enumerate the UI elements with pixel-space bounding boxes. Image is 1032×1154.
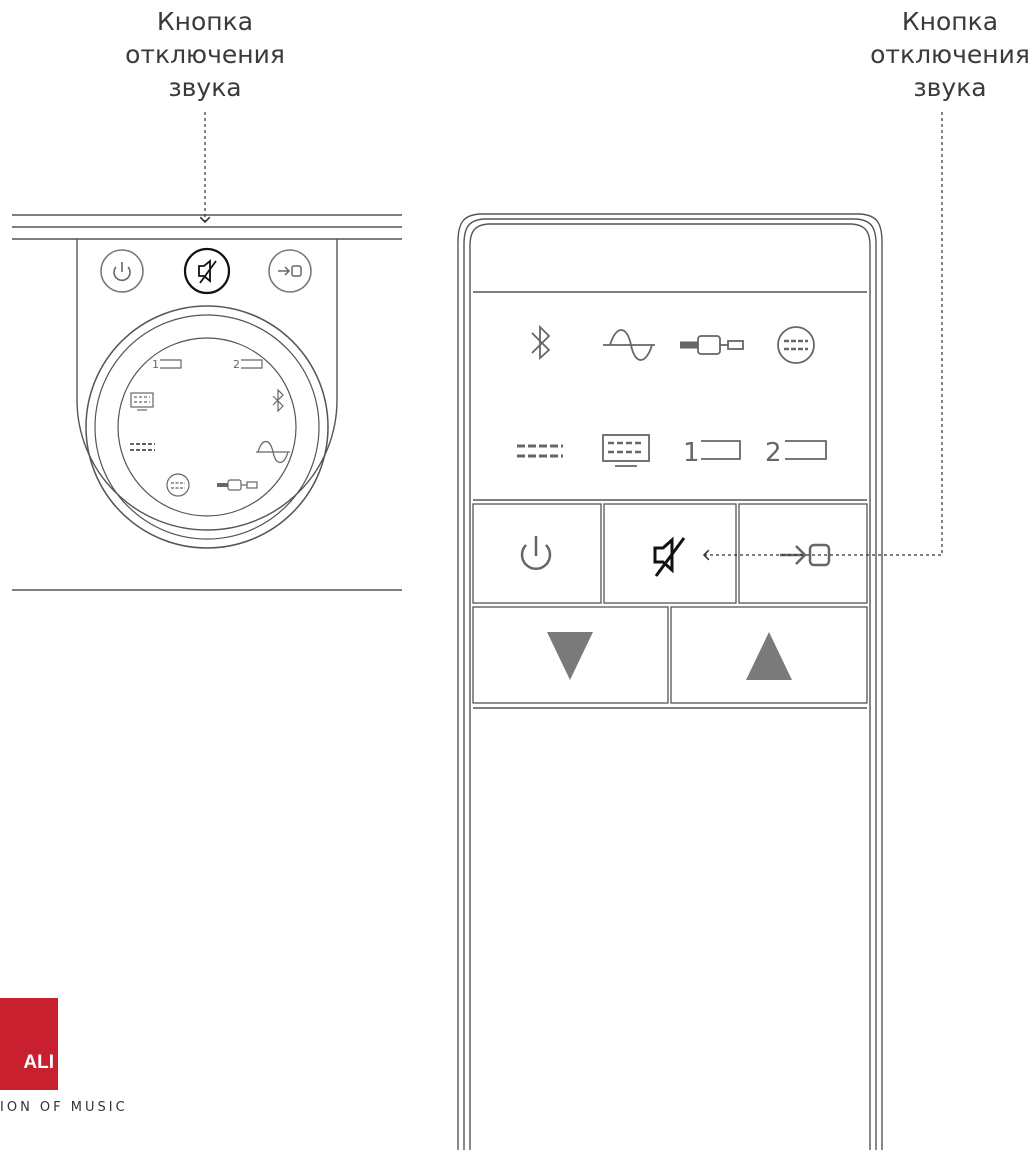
input-1-number: 1 — [683, 438, 700, 468]
input-2-number: 2 — [765, 438, 782, 468]
remote-input-2-icon[interactable]: 2 — [765, 438, 827, 468]
volume-up-button[interactable] — [670, 606, 868, 704]
panel-power-button[interactable] — [100, 249, 144, 293]
dial-hdmi-icon — [166, 473, 190, 497]
dial-bluetooth-icon — [272, 388, 284, 413]
brand-logo — [0, 998, 58, 1090]
volume-down-button[interactable] — [472, 606, 669, 704]
remote-mute-button[interactable] — [603, 503, 737, 604]
source-dial[interactable] — [85, 305, 329, 549]
brand-logo-text: ALI — [23, 1052, 54, 1073]
remote-power-button[interactable] — [472, 503, 602, 604]
power-icon — [113, 262, 131, 282]
dial-optical-icon — [130, 443, 155, 451]
volume-down-icon — [547, 632, 593, 680]
power-icon — [520, 536, 552, 571]
input-switch-icon — [780, 543, 831, 567]
remote-minijack-icon[interactable] — [680, 335, 744, 355]
dial-tv-icon — [130, 392, 154, 411]
volume-up-icon — [746, 632, 792, 680]
dial-analog-icon — [256, 440, 290, 464]
remote-tv-icon[interactable] — [602, 434, 650, 467]
remote-input-1-icon[interactable]: 1 — [683, 438, 741, 468]
leader-line-right — [702, 112, 943, 561]
dial-minijack-icon — [217, 479, 258, 491]
mute-icon — [653, 536, 686, 577]
remote-optical-icon[interactable] — [517, 444, 563, 458]
panel-mute-button[interactable] — [183, 247, 231, 295]
remote-analog-icon[interactable] — [603, 329, 655, 361]
dial-input-1-icon: 1 — [152, 358, 182, 371]
remote-body — [457, 213, 883, 1150]
remote-input-button[interactable] — [738, 503, 868, 604]
remote-hdmi-icon[interactable] — [777, 326, 815, 364]
speaker-top-panel — [12, 214, 402, 591]
remote-bluetooth-icon[interactable] — [531, 324, 551, 361]
dial-input-2-icon: 2 — [233, 358, 263, 371]
brand-tagline: ION OF MUSIC — [0, 1100, 128, 1115]
mute-icon — [198, 259, 217, 284]
svg-text:2: 2 — [233, 358, 240, 371]
panel-input-button[interactable] — [268, 249, 312, 293]
product-diagram: 1 2 1 2 — [12, 112, 943, 1150]
svg-text:1: 1 — [152, 358, 159, 371]
input-switch-icon — [278, 265, 302, 277]
